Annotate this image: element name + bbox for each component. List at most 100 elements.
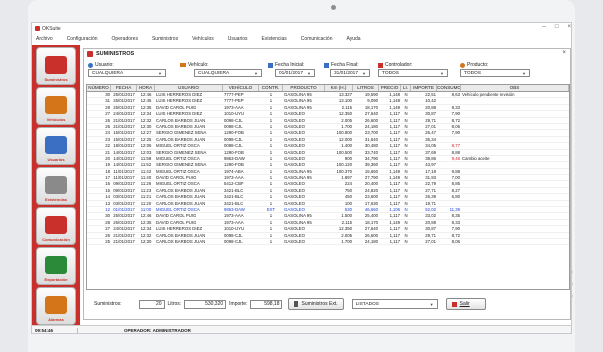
table-cell: 25	[105, 123, 110, 129]
table-cell: 30	[105, 92, 110, 97]
pump-icon	[294, 301, 299, 307]
column-header[interactable]: LI.	[401, 85, 411, 91]
table-cell: 1,149	[389, 175, 400, 181]
table-cell	[437, 98, 461, 103]
table-cell: 27	[105, 111, 110, 117]
table-cell: 100.120	[336, 162, 352, 168]
table-cell: 1,117	[389, 162, 400, 168]
table-cell: 11:23	[140, 187, 152, 193]
app-logo-icon	[35, 26, 40, 31]
table-cell: 29,71	[425, 232, 436, 238]
sidebar-icon	[45, 176, 67, 194]
table-cell: 30,480	[364, 143, 378, 149]
sidebar-item-0[interactable]: Suministros	[36, 47, 76, 85]
table-cell: 12.350	[338, 226, 352, 232]
sidebar-item-6[interactable]: Alarmas	[36, 287, 76, 325]
table-cell: 12:32	[140, 232, 152, 238]
listados-select[interactable]: LISTADOS ▼	[351, 299, 438, 309]
table-cell: 1	[269, 187, 273, 193]
suministros-table: NÚMERO FECHA HORA USUARIO VEHÍCULO CONTR. PROD…	[86, 84, 570, 290]
column-header[interactable]: IMPORTE	[411, 85, 437, 91]
table-cell: 11:58	[140, 155, 152, 161]
suministros-ext-button[interactable]: Suministros Ext.	[288, 298, 344, 310]
menu-item-0[interactable]: Archivo	[36, 36, 53, 42]
importe-total: 598,18	[250, 299, 283, 309]
table-cell: 1,148	[389, 92, 400, 97]
table-cell: N	[404, 175, 408, 181]
table-cell: 8,72	[451, 232, 460, 238]
table-cell: 33,02	[425, 213, 436, 219]
table-cell: 31,640	[364, 136, 378, 142]
table-cell: 20,88	[425, 219, 436, 225]
column-header[interactable]: PRODUCTO	[283, 85, 325, 91]
table-cell: 28	[105, 104, 110, 110]
table-cell: CARLOS BARBOS JUAN	[156, 238, 206, 244]
table-cell: 2.115	[341, 219, 352, 225]
sidebar-item-2[interactable]: Usuarios	[36, 127, 76, 165]
table-cell: 20	[105, 155, 110, 161]
menu-item-1[interactable]: Configuración	[67, 36, 98, 42]
table-cell: 18,170	[364, 219, 378, 225]
table-row[interactable]: 25 21/01/2017 12:30 CARLOS BARBOS JUAN 0098-…	[87, 238, 569, 246]
menu-item-6[interactable]: Existencias	[262, 36, 287, 42]
close-button[interactable]: ×	[567, 24, 571, 30]
table-cell	[461, 143, 569, 148]
controlador-select[interactable]: TODOS ▼	[378, 69, 448, 77]
column-header[interactable]: CONSUMO	[437, 85, 461, 91]
minimize-button[interactable]: –	[543, 24, 546, 30]
table-cell	[461, 130, 569, 135]
sidebar-item-4[interactable]: Comunicación	[36, 207, 76, 245]
panel-close-button[interactable]: ×	[562, 50, 566, 56]
table-cell: 26,39	[425, 194, 436, 200]
usuario-select[interactable]: CUALQUIERA ▼	[88, 69, 166, 77]
column-header[interactable]: OBS	[461, 85, 569, 91]
vehiculo-label: Vehículo:	[180, 62, 209, 68]
menu-item-2[interactable]: Operadores	[112, 36, 138, 42]
maximize-button[interactable]: □	[555, 24, 559, 30]
table-cell: 0098-CJL	[224, 238, 243, 244]
column-header[interactable]: CONTR.	[259, 85, 283, 91]
table-cell: 7,90	[451, 111, 460, 117]
table-cell: CARLOS BARBOS JUAN	[156, 232, 206, 238]
table-cell: 750	[344, 187, 352, 193]
fecha-final-input[interactable]: 31/01/2017 ▼	[330, 69, 370, 77]
menu-item-7[interactable]: Comunicación	[301, 36, 333, 42]
column-header[interactable]: USUARIO	[155, 85, 223, 91]
table-cell	[437, 137, 461, 142]
column-header[interactable]: Km (H.)	[325, 85, 353, 91]
table-cell: DAVID CAROL PUIG	[156, 175, 197, 181]
menu-item-5[interactable]: Usuarios	[228, 36, 248, 42]
table-cell: 37,69	[425, 149, 436, 155]
table-cell: 1,117	[389, 143, 400, 149]
table-cell: 2.005	[341, 117, 352, 123]
column-header[interactable]: PRECIO	[379, 85, 401, 91]
table-cell: 3421-BLC	[224, 200, 244, 206]
table-cell: N	[404, 98, 408, 104]
sidebar-item-5[interactable]: Exportación	[36, 247, 76, 285]
table-cell: 1.400	[341, 143, 352, 149]
table-cell: 7,90	[451, 130, 460, 136]
producto-select[interactable]: TODOS ▼	[460, 69, 530, 77]
sidebar-item-3[interactable]: Existencias	[36, 167, 76, 205]
column-header[interactable]: LITROS	[353, 85, 379, 91]
table-cell: 7,90	[451, 226, 460, 232]
column-header[interactable]: HORA	[137, 85, 155, 91]
column-header[interactable]: FECHA	[111, 85, 137, 91]
menu-item-8[interactable]: Ayuda	[346, 36, 360, 42]
menu-item-4[interactable]: Vehículos	[192, 36, 214, 42]
sidebar-icon	[45, 56, 67, 74]
table-cell: 19,71	[425, 200, 436, 206]
vehiculo-select[interactable]: CUALQUIERA ▼	[194, 69, 262, 77]
sidebar: Suministros Vehículos Usuarios Existencias C…	[32, 45, 80, 325]
table-cell: 1010-UYU	[224, 226, 245, 232]
table-cell: 450	[344, 194, 352, 200]
fecha-inicial-input[interactable]: 01/01/2017 ▼	[275, 69, 315, 77]
sidebar-item-1[interactable]: Vehículos	[36, 87, 76, 125]
table-cell: 13	[105, 200, 110, 206]
column-header[interactable]: VEHÍCULO	[223, 85, 259, 91]
menu-item-3[interactable]: Suministros	[152, 36, 178, 42]
table-cell: 1.897	[341, 175, 352, 181]
table-cell: 1	[269, 98, 273, 104]
salir-button[interactable]: Salir	[445, 298, 486, 310]
column-header[interactable]: NÚMERO	[87, 85, 111, 91]
